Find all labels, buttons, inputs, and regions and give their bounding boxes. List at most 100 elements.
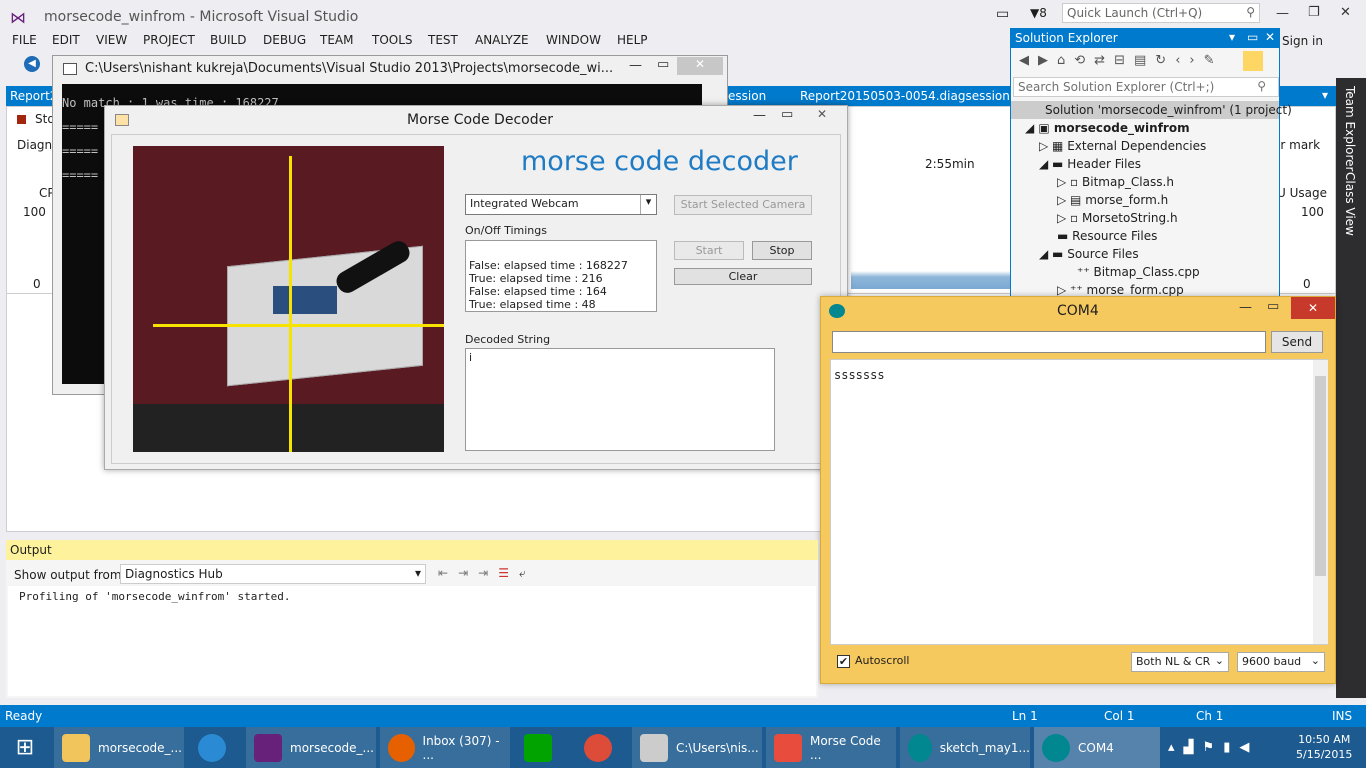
clear-all-icon[interactable]: ☰	[498, 566, 519, 580]
back-icon[interactable]: ◀	[24, 56, 40, 72]
network-icon[interactable]: ▟	[1184, 740, 1203, 755]
home-icon[interactable]: ⌂	[1057, 53, 1074, 68]
send-button[interactable]: Send	[1271, 331, 1323, 353]
console-minimize-button[interactable]: —	[629, 58, 642, 73]
solution-search-input[interactable]: Search Solution Explorer (Ctrl+;) ⚲	[1013, 77, 1279, 97]
autoscroll-checkbox[interactable]: ✔	[837, 655, 850, 668]
back-icon[interactable]: ◀	[1019, 53, 1038, 68]
cpu-graph	[851, 259, 1011, 289]
baud-select[interactable]: 9600 baud ⌄	[1237, 652, 1325, 672]
volume-icon[interactable]: ◀	[1239, 740, 1258, 755]
stop-button[interactable]: Stop	[752, 241, 812, 260]
taskbar-item-chrome[interactable]	[576, 727, 626, 768]
find-icon[interactable]: ⇥	[478, 566, 498, 580]
tree-item-source-files[interactable]: ◢ ▬ Source Files	[1039, 247, 1139, 261]
morse-close-button[interactable]: ✕	[799, 107, 845, 125]
tab-dropdown-icon[interactable]: ▾	[1322, 88, 1328, 102]
minimize-button[interactable]: —	[1276, 6, 1289, 21]
menu-project[interactable]: PROJECT	[143, 33, 195, 47]
battery-icon[interactable]: ▮	[1223, 740, 1239, 755]
tree-item-solution[interactable]: Solution 'morsecode_winfrom' (1 project)	[1011, 101, 1292, 119]
tab-class-view[interactable]: Class View	[1343, 172, 1357, 236]
word-wrap-icon[interactable]: ⤶	[519, 566, 536, 580]
filter-icon[interactable]: ▼8	[1030, 6, 1047, 20]
tab-session[interactable]: ession	[728, 89, 766, 103]
taskbar-item-console[interactable]: C:\Users\nis...	[632, 727, 762, 768]
menu-tools[interactable]: TOOLS	[372, 33, 413, 47]
clear-button[interactable]: Clear	[674, 268, 812, 285]
tree-item-resource-files[interactable]: ▬ Resource Files	[1057, 229, 1157, 243]
tab-report-diagsession[interactable]: Report20150503-0054.diagsession	[800, 89, 1010, 103]
serial-maximize-button[interactable]: ▭	[1267, 299, 1279, 314]
menu-debug[interactable]: DEBUG	[263, 33, 306, 47]
serial-input[interactable]	[832, 331, 1266, 353]
taskbar-item-visual-studio[interactable]: morsecode_...	[246, 727, 376, 768]
start-button[interactable]: ⊞	[0, 727, 50, 768]
start-camera-button[interactable]: Start Selected Camera	[674, 195, 812, 215]
sync-icon[interactable]: ⇄	[1094, 53, 1114, 68]
notification-icon[interactable]: ▭	[996, 6, 1009, 22]
tree-item-header-files[interactable]: ◢ ▬ Header Files	[1039, 157, 1141, 171]
taskbar-item-arduino-sketch[interactable]: sketch_may1...	[900, 727, 1030, 768]
morse-maximize-button[interactable]: ▭	[781, 107, 793, 122]
code-icon[interactable]: ‹›	[1175, 53, 1203, 68]
scrollbar-thumb[interactable]	[1315, 376, 1326, 576]
taskbar-item-morse-decoder[interactable]: Morse Code ...	[766, 727, 896, 768]
menu-window[interactable]: WINDOW	[546, 33, 601, 47]
menu-edit[interactable]: EDIT	[52, 33, 80, 47]
taskbar-item-com4[interactable]: COM4	[1034, 727, 1160, 768]
decoded-textbox[interactable]: i	[465, 348, 775, 451]
tray-expand-icon[interactable]: ▴	[1168, 740, 1184, 755]
flag-icon[interactable]: ⚑	[1203, 740, 1224, 755]
show-all-icon[interactable]: ▤	[1134, 53, 1155, 68]
user-mark-label[interactable]: er mark	[1273, 138, 1320, 152]
menu-file[interactable]: FILE	[12, 33, 37, 47]
properties-icon[interactable]: ✎	[1204, 53, 1224, 68]
menu-help[interactable]: HELP	[617, 33, 648, 47]
tree-item-external-dependencies[interactable]: ▷ ▦ External Dependencies	[1039, 139, 1206, 153]
menu-analyze[interactable]: ANALYZE	[475, 33, 529, 47]
tree-item-morse-form-h[interactable]: ▷ ▤ morse_form.h	[1057, 193, 1168, 207]
taskbar-item-explorer[interactable]: morsecode_...	[54, 727, 184, 768]
serial-minimize-button[interactable]: —	[1239, 300, 1252, 315]
tree-item-bitmap-cpp[interactable]: ⁺⁺ Bitmap_Class.cpp	[1077, 265, 1200, 279]
menu-test[interactable]: TEST	[428, 33, 458, 47]
morse-minimize-button[interactable]: —	[753, 108, 766, 123]
menu-team[interactable]: TEAM	[320, 33, 353, 47]
quick-launch-input[interactable]: Quick Launch (Ctrl+Q) ⚲	[1062, 3, 1260, 23]
pane-maximize-icon[interactable]: ▭	[1247, 30, 1258, 44]
line-ending-select[interactable]: Both NL & CR ⌄	[1131, 652, 1229, 672]
menu-build[interactable]: BUILD	[210, 33, 246, 47]
tab-report-left[interactable]: Report2	[10, 89, 57, 103]
tab-team-explorer[interactable]: Team Explorer	[1343, 86, 1357, 172]
clock[interactable]: 10:50 AM 5/15/2015	[1296, 732, 1352, 762]
tree-item-morse-form-cpp[interactable]: ▷ ⁺⁺ morse_form.cpp	[1057, 283, 1184, 297]
serial-close-button[interactable]: ✕	[1291, 297, 1335, 319]
pane-menu-icon[interactable]: ▾	[1229, 30, 1235, 44]
tree-item-project[interactable]: ◢ ▣ morsecode_winfrom	[1025, 121, 1190, 135]
refresh-icon[interactable]: ↻	[1155, 53, 1175, 68]
tree-item-bitmap-h[interactable]: ▷ ▫ Bitmap_Class.h	[1057, 175, 1174, 189]
serial-scrollbar[interactable]	[1313, 360, 1328, 644]
close-button[interactable]: ✕	[1340, 5, 1351, 20]
collapse-icon[interactable]: ⊟	[1114, 53, 1134, 68]
console-maximize-button[interactable]: ▭	[657, 57, 669, 72]
output-source-select[interactable]: Diagnostics Hub ▾	[120, 564, 426, 584]
sign-in-link[interactable]: Sign in	[1282, 34, 1323, 48]
console-close-button[interactable]: ✕	[677, 57, 723, 75]
pane-close-icon[interactable]: ✕	[1265, 30, 1275, 44]
maximize-button[interactable]: ❐	[1308, 5, 1320, 20]
taskbar-item-store[interactable]	[516, 727, 566, 768]
pin-icon[interactable]	[1243, 51, 1263, 71]
taskbar-item-ie[interactable]	[190, 727, 240, 768]
stop-collection-icon[interactable]	[17, 115, 26, 124]
goto-next-icon[interactable]: ⇥	[458, 566, 478, 580]
menu-view[interactable]: VIEW	[96, 33, 127, 47]
tree-item-morsetostring-h[interactable]: ▷ ▫ MorsetoString.h	[1057, 211, 1178, 225]
forward-icon[interactable]: ▶	[1038, 53, 1057, 68]
taskbar-item-firefox[interactable]: Inbox (307) - ...	[380, 727, 510, 768]
history-icon[interactable]: ⟲	[1074, 53, 1094, 68]
camera-select[interactable]: Integrated Webcam ▾	[465, 194, 657, 215]
goto-previous-icon[interactable]: ⇤	[438, 566, 458, 580]
start-button[interactable]: Start	[674, 241, 744, 260]
